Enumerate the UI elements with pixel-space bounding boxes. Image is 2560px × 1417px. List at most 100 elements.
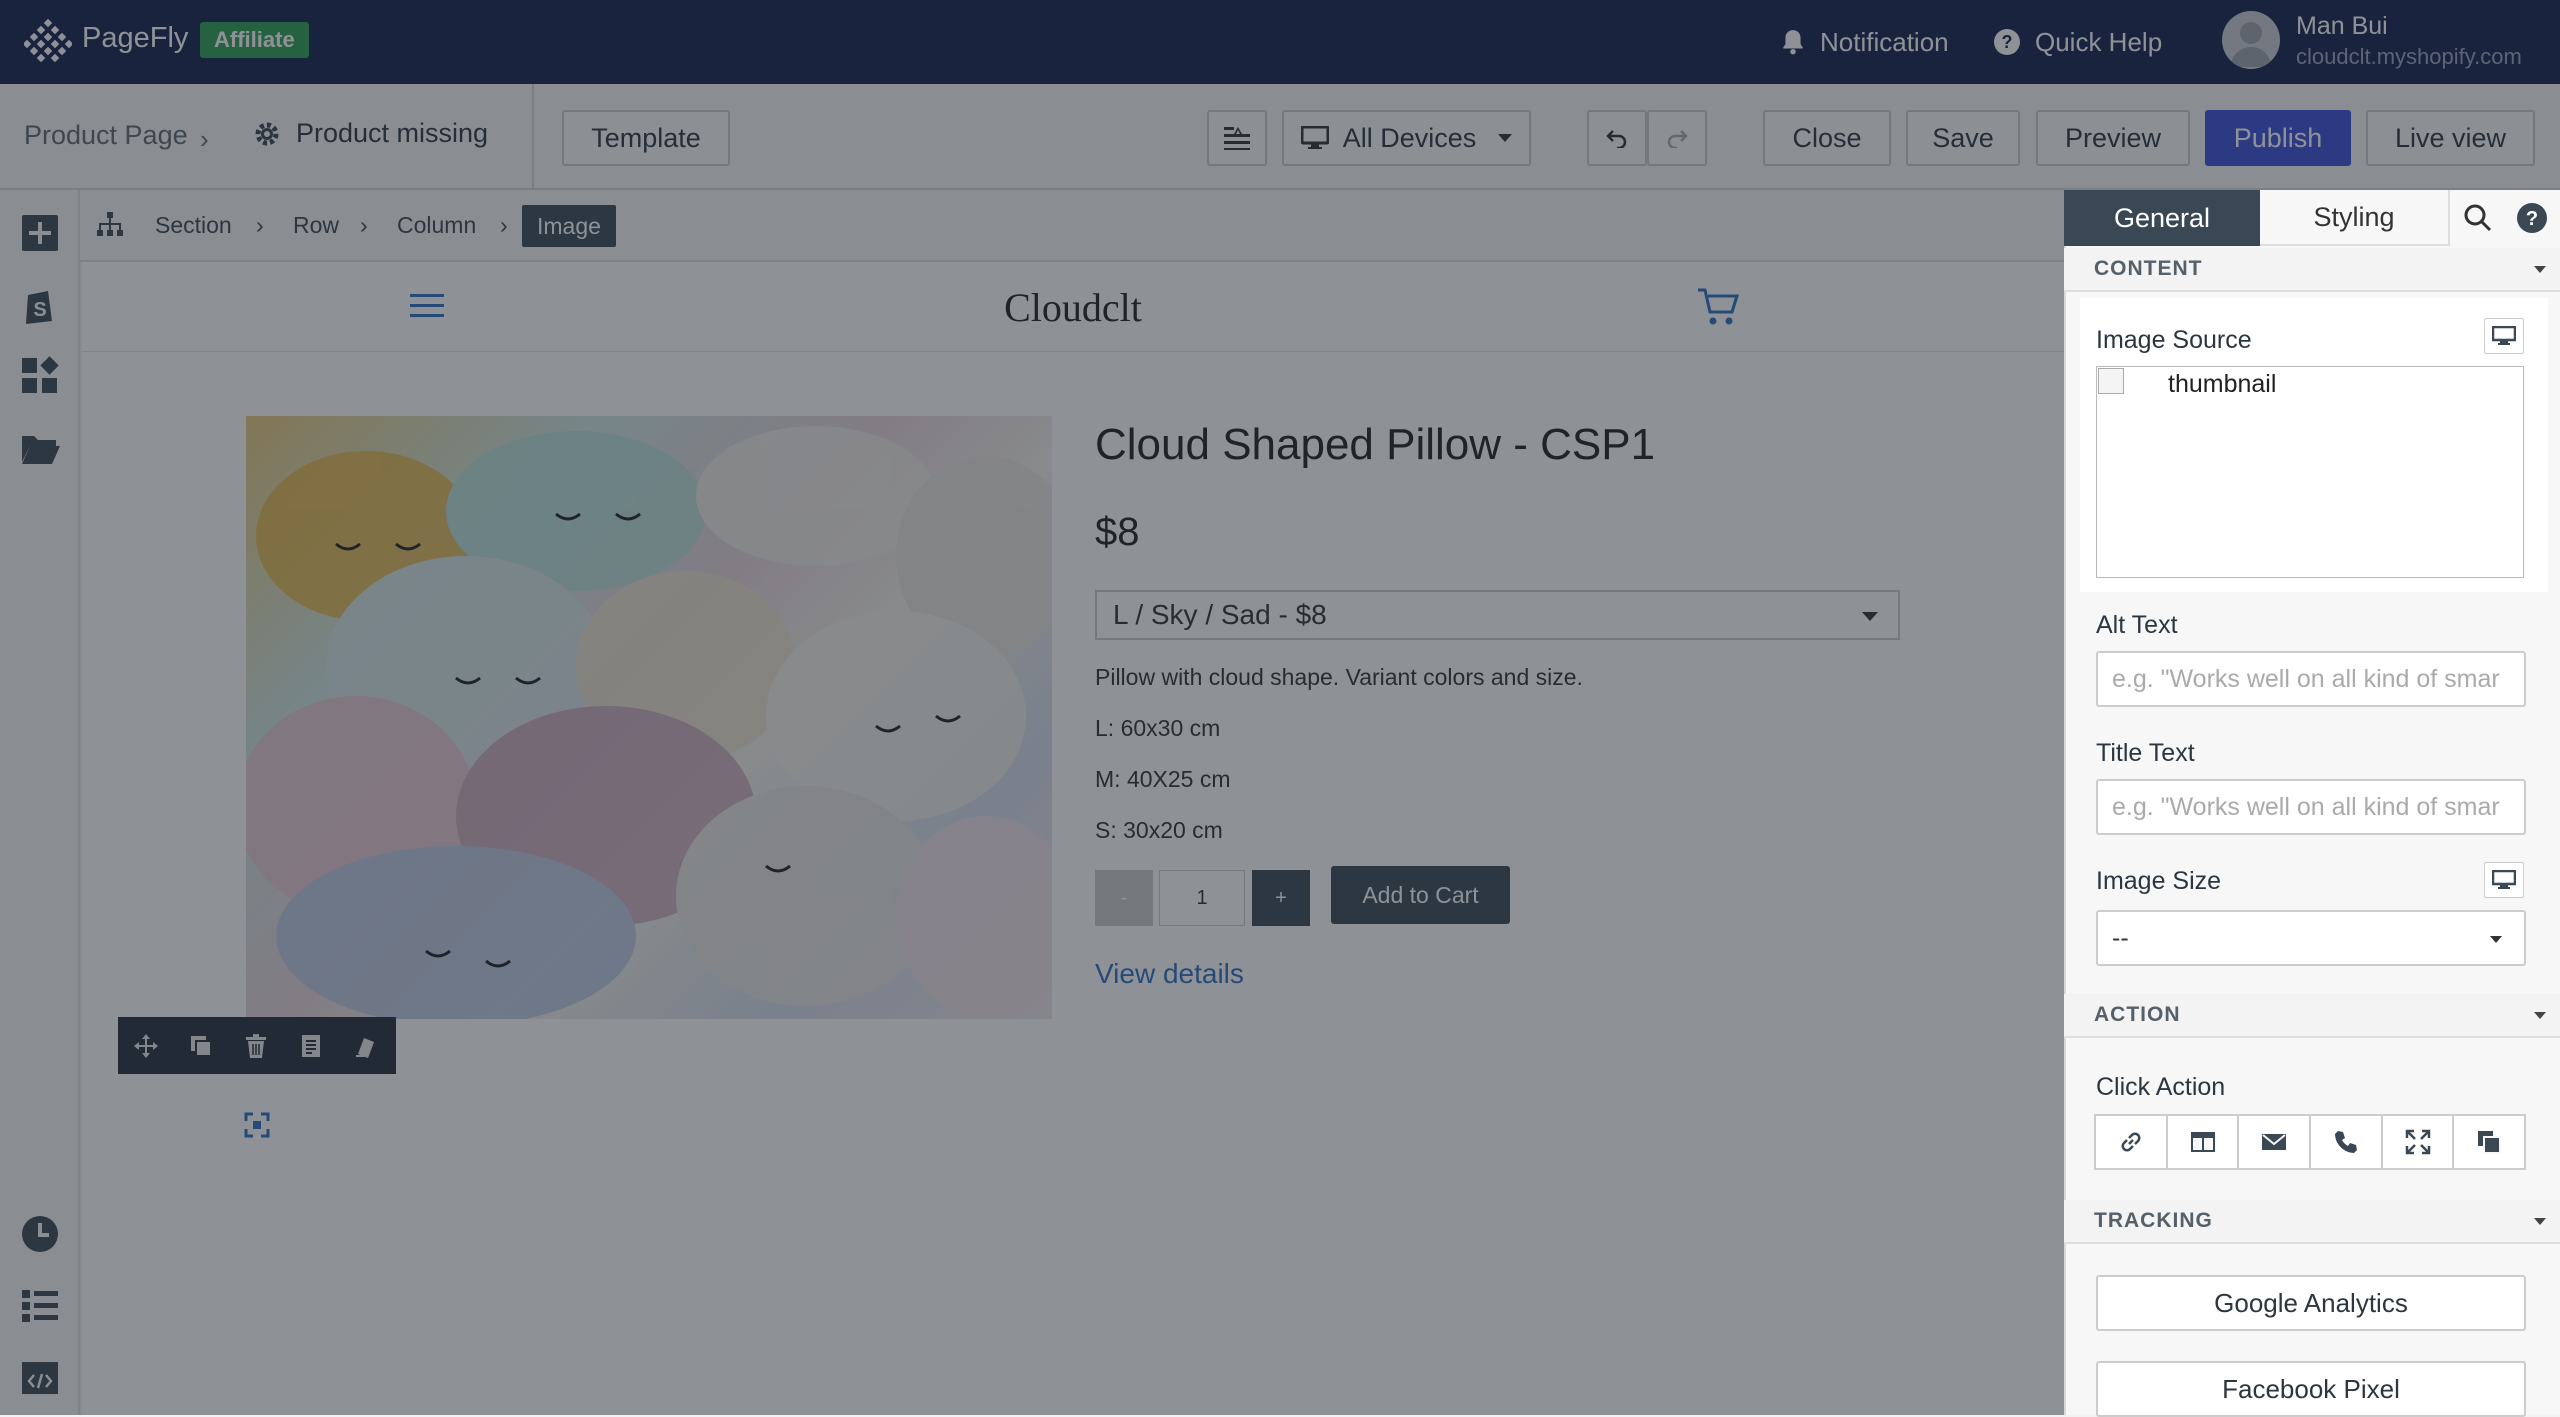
- quantity-decrease-button[interactable]: -: [1095, 870, 1153, 926]
- page-name: Product missing: [296, 118, 489, 148]
- redo-button[interactable]: [1647, 110, 1707, 166]
- close-button[interactable]: Close: [1763, 110, 1891, 166]
- notification-label: Notification: [1820, 26, 1949, 57]
- click-action-label: Click Action: [2096, 1073, 2226, 1101]
- section-action-header[interactable]: ACTION: [2064, 994, 2560, 1038]
- undo-button[interactable]: [1587, 110, 1647, 166]
- variant-select[interactable]: L / Sky / Sad - $8: [1095, 590, 1900, 640]
- breadcrumb-column[interactable]: Column: [397, 212, 476, 239]
- affiliate-badge[interactable]: Affiliate: [200, 22, 309, 58]
- lightbox-icon[interactable]: [2383, 1116, 2455, 1168]
- move-icon[interactable]: [118, 1017, 173, 1074]
- live-view-button[interactable]: Live view: [2366, 110, 2535, 166]
- paste-style-icon[interactable]: [338, 1017, 393, 1074]
- title-text-label: Title Text: [2096, 739, 2195, 767]
- size-line: S: 30x20 cm: [1095, 817, 1223, 843]
- view-details-link[interactable]: View details: [1095, 958, 1244, 990]
- variant-value: L / Sky / Sad - $8: [1113, 599, 1327, 630]
- product-image[interactable]: [246, 416, 1052, 1019]
- phone-icon[interactable]: [2311, 1116, 2383, 1168]
- folder-icon[interactable]: [18, 426, 62, 470]
- google-analytics-button[interactable]: Google Analytics: [2096, 1275, 2526, 1331]
- thumbnail-alt-text: thumbnail: [2168, 370, 2277, 398]
- breadcrumb-image[interactable]: Image: [522, 205, 616, 247]
- alt-text-input[interactable]: e.g. "Works well on all kind of smar: [2096, 651, 2526, 707]
- help-icon[interactable]: ?: [2516, 202, 2548, 234]
- product-title: Cloud Shaped Pillow - CSP1: [1095, 420, 1656, 469]
- bell-icon: [1780, 28, 1806, 56]
- undo-icon: [1605, 128, 1629, 148]
- cart-icon[interactable]: [1696, 286, 1740, 328]
- section-action-title: ACTION: [2094, 1003, 2181, 1026]
- image-size-select[interactable]: --: [2096, 910, 2526, 966]
- element-toolbar: [118, 1017, 396, 1074]
- size-line: M: 40X25 cm: [1095, 766, 1231, 792]
- user-store: cloudclt.myshopify.com: [2296, 44, 2522, 69]
- desktop-icon: [2492, 870, 2516, 890]
- duplicate-icon[interactable]: [173, 1017, 228, 1074]
- search-icon[interactable]: [2458, 198, 2498, 238]
- product-price: $8: [1095, 510, 1140, 554]
- image-size-value: --: [2112, 923, 2129, 952]
- section-tracking-header[interactable]: TRACKING: [2064, 1200, 2560, 1244]
- chevron-right-icon: ›: [200, 124, 209, 154]
- caret-down-icon: [2490, 936, 2502, 943]
- title-text-input[interactable]: e.g. "Works well on all kind of smar: [2096, 779, 2526, 835]
- quantity-input[interactable]: 1: [1159, 870, 1245, 926]
- save-button[interactable]: Save: [1906, 110, 2020, 166]
- page-type-link[interactable]: Product Page: [24, 120, 188, 151]
- device-toggle-button[interactable]: [2484, 862, 2524, 898]
- facebook-pixel-button[interactable]: Facebook Pixel: [2096, 1361, 2526, 1417]
- layers-icon[interactable]: [2454, 1116, 2524, 1168]
- caret-down-icon: [2534, 1012, 2546, 1019]
- brand-name: PageFly: [82, 22, 189, 54]
- chevron-right-icon: ›: [500, 212, 508, 238]
- text-align-icon: [1222, 125, 1252, 151]
- copy-style-icon[interactable]: [283, 1017, 338, 1074]
- publish-button[interactable]: Publish: [2205, 110, 2351, 166]
- outline-icon[interactable]: [18, 1284, 62, 1328]
- history-icon[interactable]: [18, 1212, 62, 1256]
- breadcrumb: [80, 190, 2064, 262]
- layout-icon[interactable]: [18, 354, 62, 398]
- link-icon[interactable]: [2096, 1116, 2168, 1168]
- text-align-button[interactable]: [1207, 110, 1267, 166]
- toolbar-divider: [532, 84, 534, 190]
- avatar[interactable]: [2222, 11, 2280, 69]
- quick-help-button[interactable]: ? Quick Help: [1993, 0, 2162, 84]
- user-name[interactable]: Man Bui: [2296, 12, 2388, 41]
- help-icon: ?: [1993, 28, 2021, 56]
- template-button[interactable]: Template: [562, 110, 730, 166]
- store-name[interactable]: Cloudclt: [0, 284, 2146, 331]
- sitemap-icon[interactable]: [94, 209, 126, 241]
- desktop-icon: [1300, 126, 1329, 150]
- image-size-label: Image Size: [2096, 867, 2222, 895]
- tab-general[interactable]: General: [2064, 190, 2260, 246]
- notification-button[interactable]: Notification: [1780, 0, 1949, 84]
- tab-styling[interactable]: Styling: [2260, 190, 2450, 246]
- popup-icon[interactable]: [2168, 1116, 2240, 1168]
- caret-down-icon: [2534, 1218, 2546, 1225]
- alt-text-label: Alt Text: [2096, 611, 2178, 639]
- email-icon[interactable]: [2239, 1116, 2312, 1168]
- desktop-icon: [2492, 326, 2516, 346]
- section-content-header[interactable]: CONTENT: [2064, 248, 2560, 292]
- image-thumbnail[interactable]: [2096, 366, 2524, 578]
- click-action-group: [2094, 1114, 2526, 1170]
- size-line: L: 60x30 cm: [1095, 715, 1221, 741]
- trash-icon[interactable]: [228, 1017, 283, 1074]
- device-toggle-button[interactable]: [2484, 318, 2524, 354]
- broken-image-icon: [2098, 368, 2124, 394]
- resize-icon[interactable]: [244, 1112, 270, 1138]
- quantity-increase-button[interactable]: +: [1252, 870, 1310, 926]
- caret-down-icon: [1862, 612, 1878, 621]
- breadcrumb-section[interactable]: Section: [155, 212, 232, 239]
- add-element-icon[interactable]: [18, 211, 62, 255]
- breadcrumb-row[interactable]: Row: [293, 212, 339, 239]
- preview-button[interactable]: Preview: [2036, 110, 2190, 166]
- add-to-cart-button[interactable]: Add to Cart: [1331, 866, 1510, 924]
- page-settings[interactable]: Product missing: [252, 118, 488, 149]
- device-select[interactable]: All Devices: [1282, 110, 1531, 166]
- code-icon[interactable]: [18, 1356, 62, 1400]
- pagefly-logo-icon[interactable]: [24, 18, 72, 66]
